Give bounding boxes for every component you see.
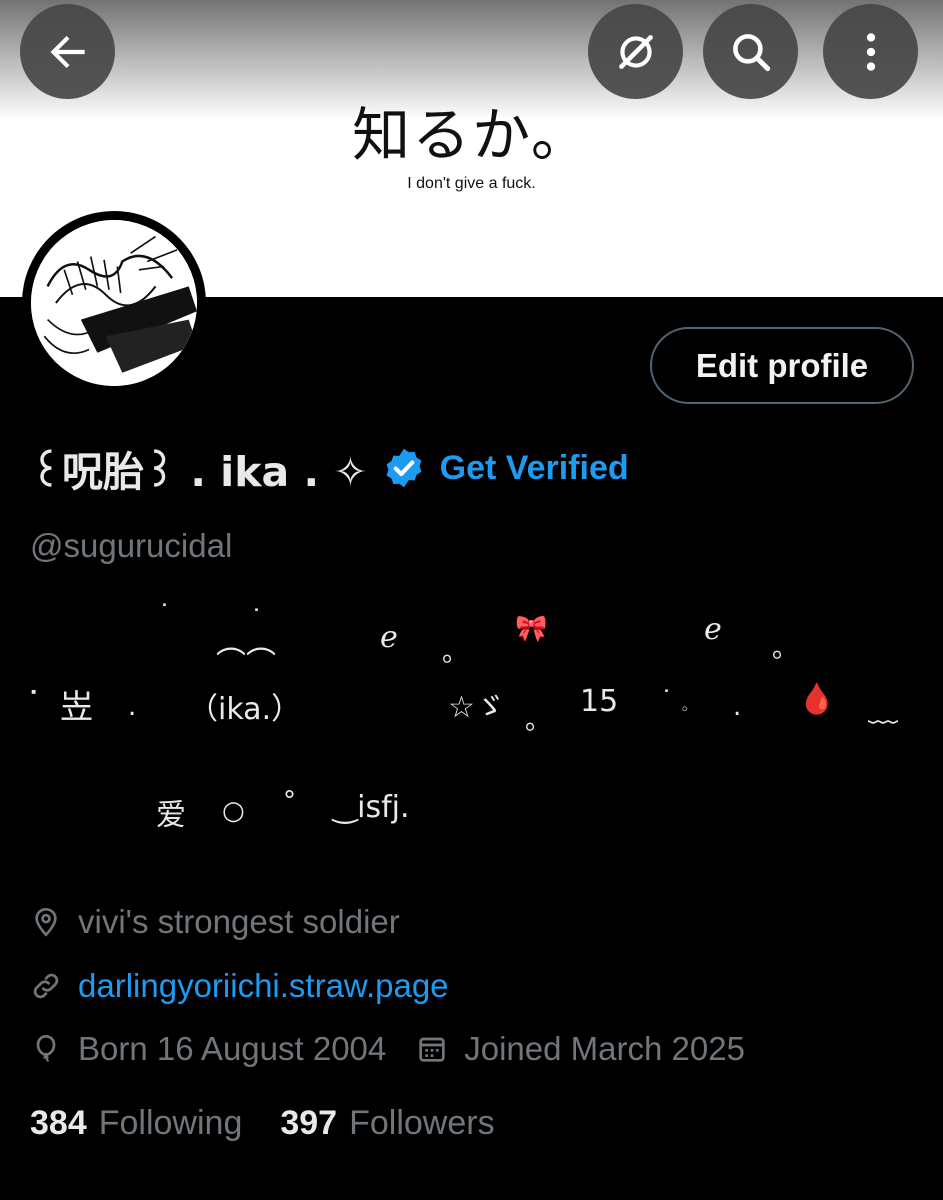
bio-glyph: ﹏ [868,694,898,729]
bio-glyph: ℯ [704,612,722,647]
bio-glyph: ℯ [380,620,398,655]
display-name: ꒰呪胎꒱ . ika . ✧ [30,448,368,496]
grok-button[interactable] [588,4,683,99]
website-row: darlingyoriichi.straw.page [30,967,449,1005]
bio-glyph: ○ [222,796,245,826]
location-row: vivi's strongest soldier [30,903,400,941]
follow-stats: 384 Following 397 Followers [30,1104,495,1143]
avatar-image [31,220,197,386]
dates-row: Born 16 August 2004 Joined March 2025 [30,1030,745,1068]
bio-glyph: ˙ 𓈒 [660,686,689,716]
banner-top-gradient [0,0,943,120]
bio-age: 15 [580,684,619,719]
arrow-left-icon [50,35,85,68]
following-label: Following [98,1104,243,1142]
bio-glyph: 岦 [60,687,93,726]
bio-glyph: . [128,692,137,722]
followers-count: 397 [280,1104,338,1142]
birthdate-text: Born 16 August 2004 [78,1030,387,1067]
bio-glyph: 爱 [156,798,186,833]
bio: ˙ ˙ ︵︵ ℯ 。 🎀 ℯ 。 ⠂ 岦 . （ika.） ☆ゞ 。 15 ˙ … [0,600,943,850]
bio-glyph: ☆ゞ [448,690,505,725]
bio-glyph: ‿isfj. [333,790,410,825]
more-vertical-icon [866,32,875,71]
balloon-icon [36,1034,56,1062]
bio-glyph: 。 [525,706,552,736]
bio-glyph: ° [283,786,296,816]
bio-glyph: （ika.） [188,692,302,727]
bio-glyph: 。 [772,634,799,664]
location-text: vivi's strongest soldier [78,903,400,940]
bio-drop-glyph: 🩸 [798,682,836,717]
link-icon [33,973,59,999]
banner-english-text: I don't give a fuck. [407,175,536,192]
back-button[interactable] [20,4,115,99]
get-verified-link[interactable]: Get Verified [440,449,629,488]
website-link[interactable]: darlingyoriichi.straw.page [78,967,449,1005]
bio-glyph: ˙ [158,600,171,630]
joined-text: Joined March 2025 [464,1030,745,1067]
followers-link[interactable]: 397 Followers [280,1104,494,1143]
bio-glyph: ⠂ [28,680,48,710]
avatar[interactable] [22,211,206,395]
following-link[interactable]: 384 Following [30,1104,242,1143]
joined-group: Joined March 2025 [416,1030,745,1068]
bio-bow-glyph: 🎀 [515,614,548,644]
search-button[interactable] [703,4,798,99]
calendar-icon [419,1037,445,1062]
bio-glyph: . [733,692,742,722]
followers-label: Followers [349,1104,495,1142]
bio-glyph: 。 [442,638,469,668]
location-pin-icon [35,907,57,937]
name-row: ꒰呪胎꒱ . ika . ✧ Get Verified [30,438,629,498]
search-icon [732,33,770,71]
verified-badge-icon[interactable] [382,446,426,490]
grok-icon [618,34,653,69]
following-count: 384 [30,1104,87,1142]
edit-profile-button[interactable]: Edit profile [650,327,914,404]
user-handle: @sugurucidal [30,527,233,564]
more-options-button[interactable] [823,4,918,99]
bio-glyph: ︵︵ [216,626,276,661]
